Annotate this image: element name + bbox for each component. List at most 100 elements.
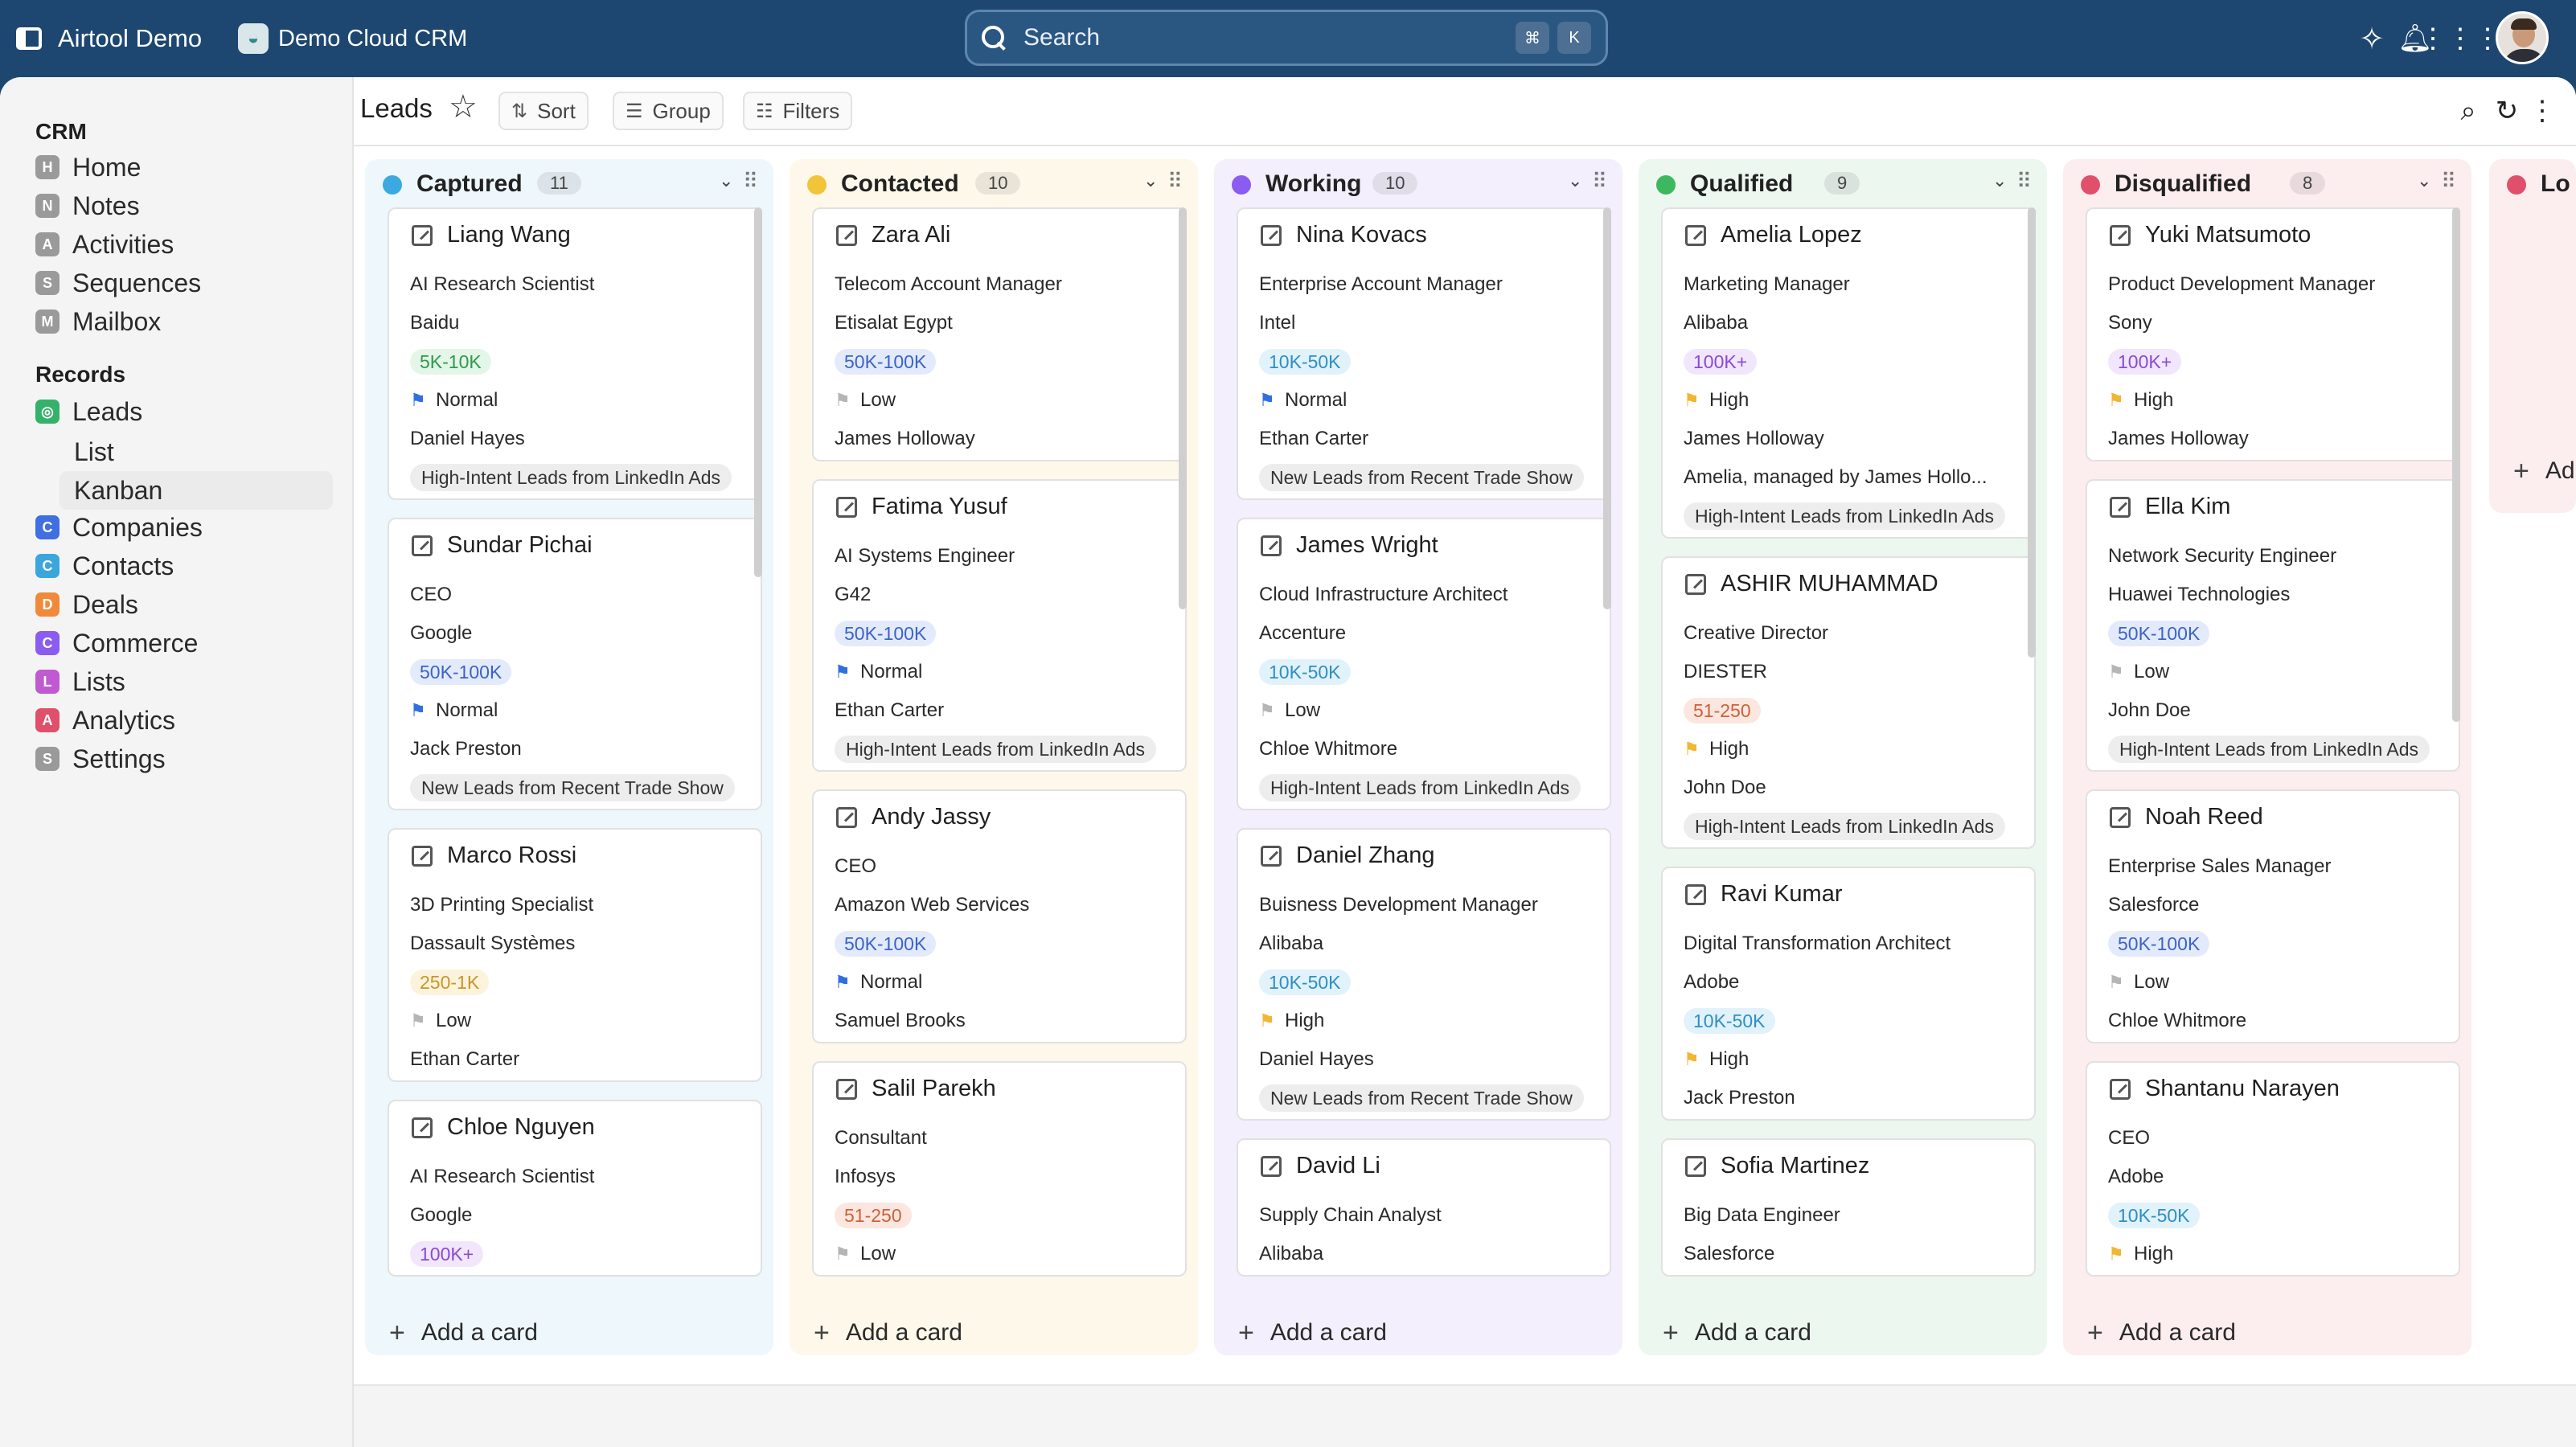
card-field: Daniel Hayes — [410, 428, 525, 449]
edit-icon[interactable] — [412, 224, 433, 246]
favorite-star-icon[interactable]: ☆ — [449, 88, 478, 125]
drag-handle-icon[interactable]: ⠿ — [2016, 169, 2032, 194]
column-scrollbar[interactable] — [2028, 207, 2036, 658]
edit-icon[interactable] — [1261, 1155, 1282, 1177]
lead-card[interactable]: James Wright Cloud Infrastructure Archite… — [1237, 518, 1611, 810]
user-avatar[interactable] — [2496, 11, 2549, 64]
chevron-down-icon[interactable]: ⌄ — [1992, 170, 2007, 191]
sidebar-item-lists[interactable]: L Lists — [35, 664, 125, 699]
sidebar-item-contacts[interactable]: C Contacts — [35, 548, 174, 584]
column-header[interactable]: Qualified 9 ⌄ ⠿ — [1639, 159, 2047, 207]
card-field: 10K-50K — [1259, 659, 1351, 685]
group-button[interactable]: ☰ Group — [613, 92, 724, 130]
sidebar-item-settings[interactable]: S Settings — [35, 741, 166, 777]
edit-icon[interactable] — [836, 1078, 857, 1100]
sidebar-item-analytics[interactable]: A Analytics — [35, 703, 175, 738]
sidebar-item-leads[interactable]: ◎ Leads — [35, 394, 142, 429]
sidebar-item-sequences[interactable]: S Sequences — [35, 265, 201, 301]
lead-card[interactable]: Noah Reed Enterprise Sales Manager Salesfo… — [2086, 789, 2460, 1043]
column-scrollbar[interactable] — [1603, 207, 1611, 609]
lead-card[interactable]: Fatima Yusuf AI Systems Engineer G42 50K-10… — [812, 479, 1187, 772]
chevron-down-icon[interactable]: ⌄ — [2417, 170, 2431, 191]
column-header[interactable]: Contacted 10 ⌄ ⠿ — [790, 159, 1198, 207]
lead-source-tag: High-Intent Leads from LinkedIn Ads — [2108, 736, 2430, 763]
column-header[interactable]: Disqualified 8 ⌄ ⠿ — [2063, 159, 2471, 207]
column-scrollbar[interactable] — [2452, 207, 2460, 722]
add-card-button[interactable]: + Add a card — [790, 1310, 1198, 1355]
lead-card[interactable]: Ravi Kumar Digital Transformation Archite… — [1661, 867, 2036, 1121]
global-search-input[interactable]: Search ⌘ K — [965, 10, 1608, 66]
more-options-icon[interactable]: ⋮ — [2525, 92, 2560, 130]
sidebar-item-home[interactable]: H Home — [35, 150, 141, 185]
column-scrollbar[interactable] — [754, 207, 762, 577]
edit-icon[interactable] — [836, 224, 857, 246]
chevron-down-icon[interactable]: ⌄ — [719, 170, 733, 191]
edit-icon[interactable] — [2110, 496, 2131, 518]
lead-card[interactable]: Sofia Martinez Big Data Engineer Salesforc… — [1661, 1138, 2036, 1277]
edit-icon[interactable] — [412, 845, 433, 867]
lead-card[interactable]: Yuki Matsumoto Product Development Manage… — [2086, 207, 2460, 461]
chevron-down-icon[interactable]: ⌄ — [1143, 170, 1158, 191]
add-card-button[interactable]: + Add a card — [365, 1310, 773, 1355]
edit-icon[interactable] — [1261, 224, 1282, 246]
drag-handle-icon[interactable]: ⠿ — [2441, 169, 2456, 194]
lead-card[interactable]: Sundar Pichai CEO Google 50K-100K ⚑ Normal Jac… — [388, 518, 762, 810]
lead-card[interactable]: Nina Kovacs Enterprise Account Manager Int… — [1237, 207, 1611, 500]
edit-icon[interactable] — [1685, 883, 1706, 905]
sidebar-item-commerce[interactable]: C Commerce — [35, 625, 198, 661]
edit-icon[interactable] — [1685, 573, 1706, 595]
sidebar-item-notes[interactable]: N Notes — [35, 188, 140, 223]
lead-card[interactable]: Liang Wang AI Research Scientist Baidu 5K-1… — [388, 207, 762, 500]
edit-icon[interactable] — [412, 535, 433, 556]
sidebar-item-deals[interactable]: D Deals — [35, 587, 138, 622]
lead-card[interactable]: Ella Kim Network Security Engineer Huawei … — [2086, 479, 2460, 772]
sparkle-icon[interactable]: ✧ — [2352, 19, 2391, 58]
lead-card[interactable]: Chloe Nguyen AI Research Scientist Google 1… — [388, 1100, 762, 1277]
refresh-icon[interactable]: ↻ — [2489, 92, 2525, 130]
board-search-icon[interactable]: ⌕ — [2451, 92, 2486, 130]
lead-card[interactable]: Zara Ali Telecom Account Manager Etisalat … — [812, 207, 1187, 461]
edit-icon[interactable] — [2110, 1078, 2131, 1100]
sidebar-toggle-button[interactable] — [11, 0, 47, 77]
lead-card[interactable]: Shantanu Narayen CEO Adobe 10K-50K ⚑ High — [2086, 1061, 2460, 1277]
workspace-switcher[interactable]: ◒ Demo Cloud CRM — [238, 0, 467, 77]
chevron-down-icon[interactable]: ⌄ — [1568, 170, 1582, 191]
drag-handle-icon[interactable]: ⠿ — [1167, 169, 1183, 194]
lead-card[interactable]: Amelia Lopez Marketing Manager Alibaba 100K… — [1661, 207, 2036, 539]
edit-icon[interactable] — [1685, 224, 1706, 246]
add-card-button[interactable]: + Add a card — [1639, 1310, 2047, 1355]
sidebar-item-companies[interactable]: C Companies — [35, 510, 203, 545]
lead-card[interactable]: Salil Parekh Consultant Infosys 51-250 ⚑ Low — [812, 1061, 1187, 1277]
sidebar-item-activities[interactable]: A Activities — [35, 227, 174, 262]
drag-handle-icon[interactable]: ⠿ — [743, 169, 758, 194]
column-header[interactable]: Working 10 ⌄ ⠿ — [1214, 159, 1622, 207]
filters-button[interactable]: ☷ Filters — [743, 92, 853, 130]
column-header[interactable]: Captured 11 ⌄ ⠿ — [365, 159, 773, 207]
edit-icon[interactable] — [1261, 535, 1282, 556]
card-field: DIESTER — [1684, 661, 1768, 683]
add-card-button[interactable]: + Add a card — [1214, 1310, 1622, 1355]
apps-grid-icon[interactable]: ⋮⋮⋮ — [2419, 19, 2501, 58]
lead-card[interactable]: David Li Supply Chain Analyst Alibaba — [1237, 1138, 1611, 1277]
edit-icon[interactable] — [2110, 224, 2131, 246]
lead-card[interactable]: Daniel Zhang Buisness Development Manager… — [1237, 828, 1611, 1121]
company-size-badge: 51-250 — [1684, 698, 1761, 724]
sidebar-item-leads-kanban[interactable]: Kanban — [59, 471, 333, 510]
edit-icon[interactable] — [836, 806, 857, 828]
add-card-button[interactable]: + Add a card — [2063, 1310, 2471, 1355]
lead-card[interactable]: ASHIR MUHAMMAD Creative Director DIESTER 51… — [1661, 556, 2036, 849]
edit-icon[interactable] — [836, 496, 857, 518]
edit-icon[interactable] — [1261, 845, 1282, 867]
lead-card[interactable]: Andy Jassy CEO Amazon Web Services 50K-100K… — [812, 789, 1187, 1043]
edit-icon[interactable] — [412, 1117, 433, 1138]
drag-handle-icon[interactable]: ⠿ — [1592, 169, 1607, 194]
lead-card[interactable]: Marco Rossi 3D Printing Specialist Dassaul… — [388, 828, 762, 1082]
sidebar-item-leads-list[interactable]: List — [59, 432, 333, 471]
sidebar-item-mailbox[interactable]: M Mailbox — [35, 304, 161, 339]
edit-icon[interactable] — [1685, 1155, 1706, 1177]
lead-card-title: Daniel Zhang — [1261, 842, 1435, 869]
edit-icon[interactable] — [2110, 806, 2131, 828]
column-scrollbar[interactable] — [1179, 207, 1187, 609]
sort-button[interactable]: ⇅ Sort — [498, 92, 589, 130]
add-card-button[interactable]: + Ad — [2489, 449, 2576, 494]
